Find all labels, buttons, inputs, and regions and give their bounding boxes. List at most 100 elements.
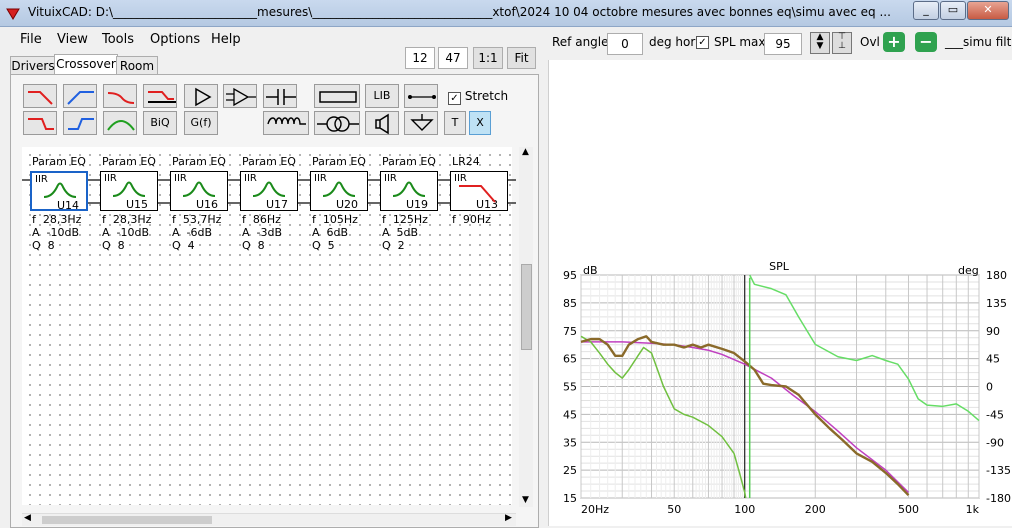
spin-up-down-icon[interactable]: ▲ ▼ [810, 32, 830, 54]
vertical-scrollbar[interactable]: ▲ ▼ [519, 147, 533, 507]
y-tick-label: 55 [563, 381, 577, 394]
y-axis-label-left: dB [583, 264, 598, 277]
component-values: f 86Hz A -3dB Q 8 [242, 213, 282, 252]
component-title: Param EQ [32, 155, 86, 168]
component-value-q: Q 4 [172, 239, 195, 252]
deg-hor-label: deg hor [649, 35, 696, 49]
component-value-q: Q 8 [102, 239, 125, 252]
y2-tick-label: 90 [986, 325, 1000, 338]
component-value-f: f 105Hz [312, 213, 358, 226]
y2-tick-label: 45 [986, 353, 1000, 366]
close-button[interactable]: ✕ [967, 1, 1009, 20]
component-values: f 90Hz [452, 213, 491, 226]
peak-eq-response-icon [252, 181, 286, 197]
component-value-f: f 125Hz [382, 213, 428, 226]
spl-max-input[interactable]: 95 [764, 33, 802, 55]
x-tick-label: 20Hz [581, 503, 609, 516]
component-u16[interactable]: IIR U16 [170, 171, 228, 211]
minimize-button[interactable]: _ [913, 1, 939, 20]
y-tick-label: 35 [563, 436, 577, 449]
scroll-up-arrow[interactable]: ▲ [522, 147, 529, 157]
y-tick-label: 65 [563, 353, 577, 366]
y-tick-label: 45 [563, 408, 577, 421]
y2-tick-label: -90 [986, 436, 1004, 449]
scroll-vthumb[interactable] [521, 264, 532, 350]
horizontal-scrollbar[interactable]: ◀ ▶ [22, 513, 516, 526]
component-values: f 125Hz A 5dB Q 2 [382, 213, 428, 252]
component-title: Param EQ [242, 155, 296, 168]
scroll-left-arrow[interactable]: ◀ [24, 513, 31, 523]
ovl-label: Ovl [860, 35, 880, 49]
y-tick-label: 95 [563, 269, 577, 282]
component-value-a: A -6dB [172, 226, 213, 239]
spl-max-checkbox[interactable]: ✓ [696, 36, 709, 49]
y2-tick-label: -45 [986, 408, 1004, 421]
y2-tick-label: -180 [986, 492, 1011, 505]
peak-eq-response-icon [392, 181, 426, 197]
component-value-f: f 28,3Hz [102, 213, 152, 226]
component-values: f 28,3Hz A -10dB Q 8 [32, 213, 81, 252]
spl-max-label: SPL max [714, 35, 766, 49]
component-values: f 105Hz A 6dB Q 5 [312, 213, 358, 252]
component-u14[interactable]: IIR U14 [30, 171, 88, 212]
overlay-name: ___simu filtre [945, 35, 1012, 49]
x-tick-label: 500 [898, 503, 919, 516]
x-tick-label: 50 [667, 503, 681, 516]
spl-chart[interactable]: 95 85 75 65 55 45 35 25 15 180 135 90 45 0 -45 -90 -135 -… [548, 258, 1012, 526]
y2-tick-label: 0 [986, 381, 993, 394]
component-value-q: Q 8 [242, 239, 265, 252]
chart-title: SPL [769, 260, 790, 273]
component-value-f: f 28,3Hz [32, 213, 82, 226]
component-value-a: A 5dB [382, 226, 419, 239]
x-tick-label: 100 [734, 503, 755, 516]
component-value-a: A 6dB [312, 226, 349, 239]
y-tick-label: 15 [563, 492, 577, 505]
fit-vertical-icon[interactable]: ⊤ ⊥ [832, 32, 852, 54]
component-value-a: A -3dB [242, 226, 283, 239]
y-tick-label: 25 [563, 464, 577, 477]
peak-eq-response-icon [43, 182, 77, 198]
component-value-q: Q 5 [312, 239, 335, 252]
scroll-right-arrow[interactable]: ▶ [505, 513, 512, 523]
component-value-q: Q 8 [32, 239, 55, 252]
scroll-thumb[interactable] [42, 516, 212, 524]
y2-tick-label: 180 [986, 269, 1007, 282]
ref-angle-input[interactable]: 0 [607, 33, 643, 55]
component-title: LR24 [452, 155, 480, 168]
graph-toolbar: Ref angle 0 deg hor ✓ SPL max 95 ▲ ▼ ⊤ ⊥ O… [552, 30, 1012, 58]
signal-wires [22, 179, 516, 204]
component-title: Param EQ [172, 155, 226, 168]
y-tick-label: 75 [563, 325, 577, 338]
y-axis-label-right: deg [958, 264, 979, 277]
remove-overlay-button[interactable]: − [915, 32, 937, 52]
maximize-button[interactable]: ▭ [940, 1, 966, 20]
component-title: Param EQ [312, 155, 366, 168]
component-u15[interactable]: IIR U15 [100, 171, 158, 211]
component-value-f: f 53,7Hz [172, 213, 222, 226]
component-value-f: f 90Hz [452, 213, 491, 226]
component-u17[interactable]: IIR U17 [240, 171, 298, 211]
component-title: Param EQ [382, 155, 436, 168]
y2-tick-label: -135 [986, 464, 1011, 477]
lowpass-response-icon [459, 185, 496, 203]
component-value-f: f 86Hz [242, 213, 281, 226]
add-overlay-button[interactable]: + [883, 32, 905, 52]
component-title: Param EQ [102, 155, 156, 168]
component-values: f 53,7Hz A -6dB Q 4 [172, 213, 221, 252]
x-tick-label: 200 [805, 503, 826, 516]
component-u13[interactable]: IIR U13 [450, 171, 508, 211]
component-values: f 28,3Hz A -10dB Q 8 [102, 213, 151, 252]
y2-tick-label: 135 [986, 297, 1007, 310]
component-value-a: A -10dB [32, 226, 80, 239]
component-u19[interactable]: IIR U19 [380, 171, 438, 211]
scroll-down-arrow[interactable]: ▼ [522, 495, 529, 505]
component-u20[interactable]: IIR U20 [310, 171, 368, 211]
ref-angle-label: Ref angle [552, 35, 609, 49]
x-tick-label: 1k [966, 503, 980, 516]
peak-eq-response-icon [182, 181, 216, 197]
component-value-a: A -10dB [102, 226, 150, 239]
component-value-q: Q 2 [382, 239, 405, 252]
peak-eq-response-icon [112, 181, 146, 197]
y-tick-label: 85 [563, 297, 577, 310]
peak-eq-response-icon [322, 181, 356, 197]
